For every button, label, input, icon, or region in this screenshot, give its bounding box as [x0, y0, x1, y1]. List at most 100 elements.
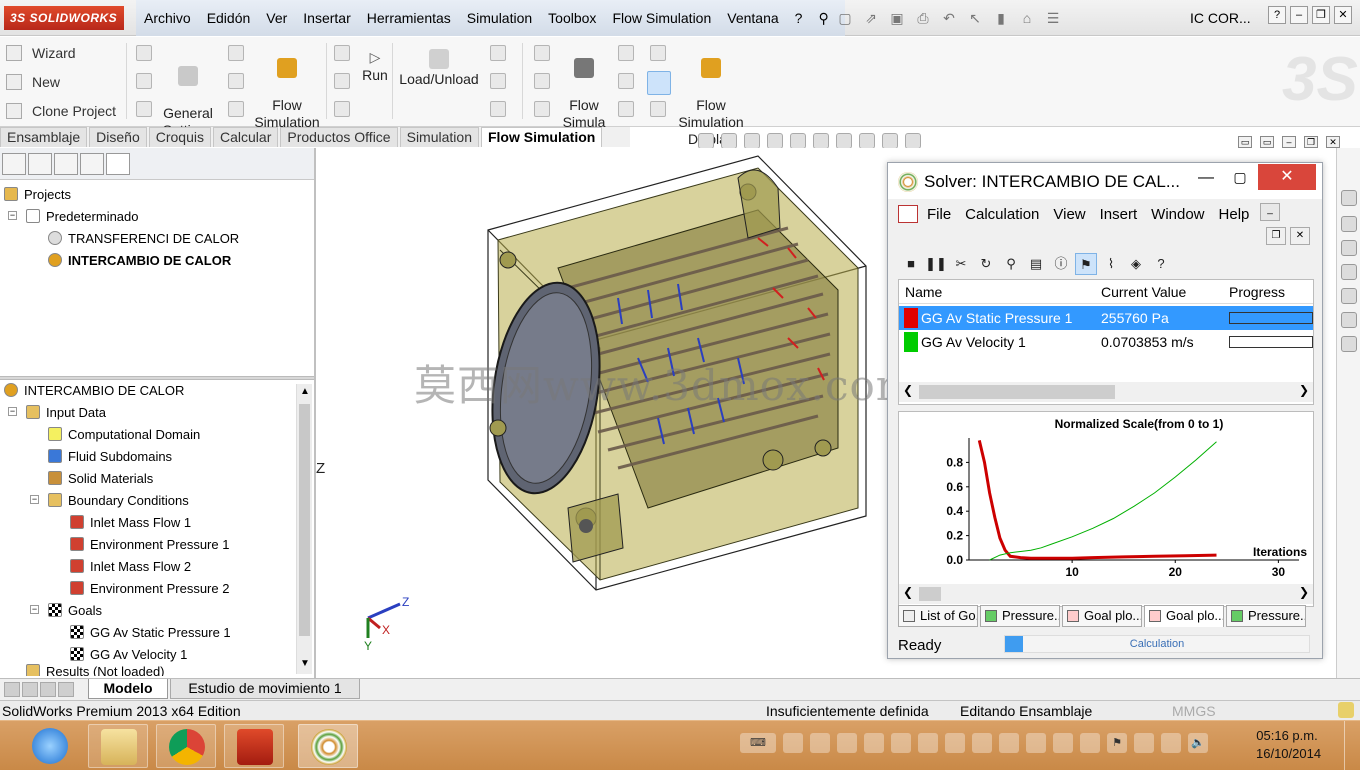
flow-simulation-display-button[interactable]: Flow Simulation Display: [676, 41, 746, 148]
appearances-icon[interactable]: [1341, 312, 1357, 328]
taskbar-ie[interactable]: [20, 724, 80, 768]
undo-icon[interactable]: ↶: [936, 10, 962, 27]
viewport-minimize-icon[interactable]: –: [1282, 136, 1296, 148]
tree-goals[interactable]: Goals: [48, 599, 102, 621]
tab-simulation[interactable]: Simulation: [399, 127, 479, 147]
bluetooth-icon[interactable]: [972, 733, 992, 753]
configuration-manager-tab-icon[interactable]: [54, 152, 78, 175]
menu-help[interactable]: ?: [787, 0, 811, 36]
close-icon[interactable]: ✕: [1334, 6, 1352, 24]
tree-boundary-conditions[interactable]: Boundary Conditions: [48, 489, 189, 511]
scroll-thumb[interactable]: [299, 404, 310, 636]
zoom-to-fit-icon[interactable]: [698, 133, 714, 149]
display-manager-tab-icon[interactable]: [80, 152, 104, 175]
battery-icon[interactable]: [1134, 733, 1154, 753]
surface-plot-icon[interactable]: [490, 73, 506, 89]
log-icon[interactable]: ▤: [1025, 253, 1047, 275]
help-icon[interactable]: ?: [1150, 253, 1172, 275]
view-settings-icon[interactable]: [905, 133, 921, 149]
keyboard-icon[interactable]: ⌨: [740, 733, 776, 753]
save-icon[interactable]: ▣: [884, 10, 910, 27]
view-palette-icon[interactable]: [1341, 288, 1357, 304]
flow-trajectories-icon[interactable]: [490, 101, 506, 117]
taskbar-clock[interactable]: 05:16 p.m. 16/10/2014: [1256, 727, 1321, 763]
point-params-icon[interactable]: [534, 45, 550, 61]
tree-project-item[interactable]: INTERCAMBIO DE CALOR: [48, 249, 231, 271]
computational-domain-icon[interactable]: [228, 45, 244, 61]
solver-menu-window[interactable]: Window: [1144, 206, 1211, 223]
tree-projects[interactable]: Projects: [4, 183, 71, 205]
zoom-area-icon[interactable]: [721, 133, 737, 149]
fan-icon[interactable]: [228, 101, 244, 117]
property-manager-tab-icon[interactable]: [28, 152, 52, 175]
pin-icon[interactable]: ⚲: [1000, 253, 1022, 275]
flag-icon[interactable]: ⚑: [1107, 733, 1127, 753]
cut-plot-icon[interactable]: [490, 45, 506, 61]
tab-calcular[interactable]: Calcular: [213, 127, 279, 147]
lightbulb-icon[interactable]: [650, 45, 666, 61]
home-icon[interactable]: [1341, 216, 1357, 232]
previous-view-icon[interactable]: [744, 133, 760, 149]
shield-icon[interactable]: [999, 733, 1019, 753]
tray-app-icon[interactable]: [864, 733, 884, 753]
tree-analysis-root[interactable]: INTERCAMBIO DE CALOR: [4, 379, 184, 401]
display-style-icon[interactable]: [813, 133, 829, 149]
network-icon[interactable]: [1080, 733, 1100, 753]
tree-goal-item[interactable]: GG Av Static Pressure 1: [70, 621, 231, 643]
tray-app-icon[interactable]: [945, 733, 965, 753]
tab-ensamblaje[interactable]: Ensamblaje: [0, 127, 88, 147]
refresh-icon[interactable]: ↻: [975, 253, 997, 275]
run-button[interactable]: ▷ Run: [360, 49, 390, 84]
solver-menu-calculation[interactable]: Calculation: [958, 206, 1046, 223]
menu-herramientas[interactable]: Herramientas: [359, 0, 459, 36]
scroll-left-icon[interactable]: ❮: [903, 383, 913, 397]
tray-app-icon[interactable]: [918, 733, 938, 753]
preview-icon[interactable]: ◈: [1125, 253, 1147, 275]
tab-pressure-2[interactable]: Pressure...: [1226, 605, 1306, 627]
menu-simulation[interactable]: Simulation: [459, 0, 540, 36]
collapse-icon[interactable]: −: [30, 495, 39, 504]
help-icon[interactable]: ?: [1268, 6, 1286, 24]
minimize-icon[interactable]: –: [1290, 6, 1308, 24]
goals-table-icon[interactable]: ⚑: [1075, 253, 1097, 275]
viewport-tile-icon[interactable]: ▭: [1238, 136, 1252, 148]
file-properties-icon[interactable]: ⌂: [1014, 10, 1040, 26]
tray-app-icon[interactable]: [1026, 733, 1046, 753]
hide-show-icon[interactable]: [836, 133, 852, 149]
tab-diseno[interactable]: Diseño: [89, 127, 147, 147]
units-status[interactable]: MMGS: [1172, 703, 1216, 719]
wizard-button[interactable]: Wizard: [6, 45, 76, 61]
menu-flow-simulation[interactable]: Flow Simulation: [604, 0, 719, 36]
clone-project-button[interactable]: Clone Project: [6, 103, 116, 119]
rebuild-icon[interactable]: ▮: [988, 10, 1014, 27]
menu-ventana[interactable]: Ventana: [719, 0, 786, 36]
appearance-icon[interactable]: [859, 133, 875, 149]
table-row[interactable]: GG Av Velocity 1 0.0703853 m/s: [899, 330, 1313, 354]
custom-properties-icon[interactable]: [1341, 336, 1357, 352]
scroll-right-icon[interactable]: ❯: [1299, 585, 1309, 599]
solidworks-resources-icon[interactable]: [1341, 190, 1357, 206]
view-orientation-icon[interactable]: [790, 133, 806, 149]
tray-app-icon[interactable]: [837, 733, 857, 753]
tab-motion-study[interactable]: Estudio de movimiento 1: [170, 679, 360, 699]
surface-params-icon[interactable]: [534, 73, 550, 89]
tray-app-icon[interactable]: [810, 733, 830, 753]
tab-flow-simulation[interactable]: Flow Simulation: [480, 127, 603, 147]
flow-analysis-tab-icon[interactable]: [106, 152, 130, 175]
taskbar-flow-solver[interactable]: [298, 724, 358, 768]
col-progress[interactable]: Progress: [1229, 284, 1285, 300]
mesh-icon[interactable]: [334, 101, 350, 117]
restore-icon[interactable]: ❐: [1312, 6, 1330, 24]
settings-icon[interactable]: [136, 101, 152, 117]
feature-manager-tab-icon[interactable]: [2, 152, 26, 175]
rebuild-tag-icon[interactable]: [1338, 702, 1354, 718]
viewport-restore-icon[interactable]: ❐: [1304, 136, 1318, 148]
fluid-subdomain-icon[interactable]: [228, 73, 244, 89]
new-document-icon[interactable]: ▢: [832, 10, 858, 27]
col-name[interactable]: Name: [905, 284, 942, 300]
open-icon[interactable]: ⇗: [858, 10, 884, 27]
wall-condition-icon[interactable]: [136, 45, 152, 61]
tree-bc-item[interactable]: Inlet Mass Flow 2: [70, 555, 191, 577]
tray-app-icon[interactable]: [1053, 733, 1073, 753]
tab-goal-plot-1[interactable]: Goal plo...: [1062, 605, 1142, 627]
